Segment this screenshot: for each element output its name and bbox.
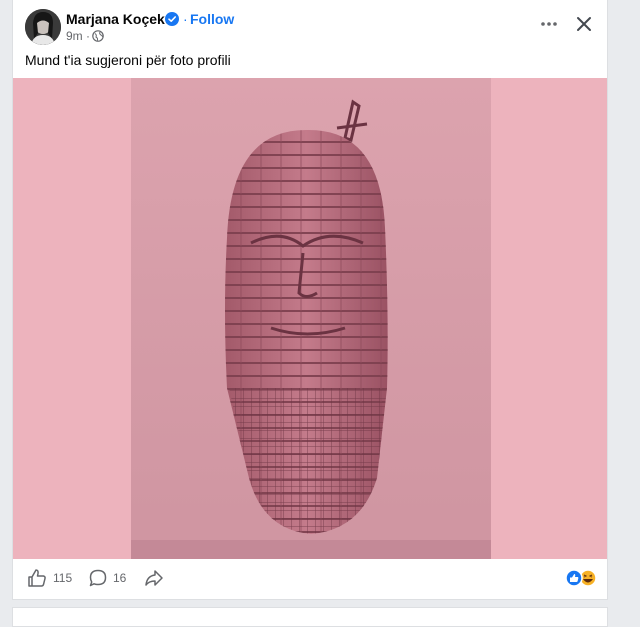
comment-count[interactable]: 16	[113, 571, 126, 585]
more-options-icon[interactable]	[539, 14, 559, 34]
avatar[interactable]	[25, 9, 61, 45]
follow-button[interactable]: Follow	[190, 11, 234, 27]
thumbs-up-icon[interactable]	[27, 568, 47, 588]
separator-dot: ·	[183, 11, 188, 27]
post-text: Mund t'ia sugjeroni për foto profili	[25, 52, 231, 68]
post-timestamp[interactable]: 9m ·	[66, 29, 90, 43]
next-post-card	[12, 607, 608, 627]
close-icon[interactable]	[574, 14, 594, 34]
like-reaction-icon	[565, 569, 583, 587]
share-arrow-icon[interactable]	[144, 568, 164, 588]
like-count[interactable]: 115	[53, 571, 72, 585]
reactions-summary[interactable]	[565, 569, 597, 587]
post-image[interactable]	[13, 78, 607, 559]
post-header: Marjana Koçeku · Follow 9m ·	[13, 0, 607, 48]
verified-badge-icon	[165, 12, 179, 26]
photo	[131, 78, 491, 559]
author-name[interactable]: Marjana Koçeku	[66, 11, 173, 27]
globe-icon	[92, 30, 104, 42]
action-bar: 115 16	[13, 560, 607, 598]
post-card: Marjana Koçeku · Follow 9m · Mund t'ia s…	[12, 0, 608, 600]
comment-bubble-icon[interactable]	[88, 568, 108, 588]
